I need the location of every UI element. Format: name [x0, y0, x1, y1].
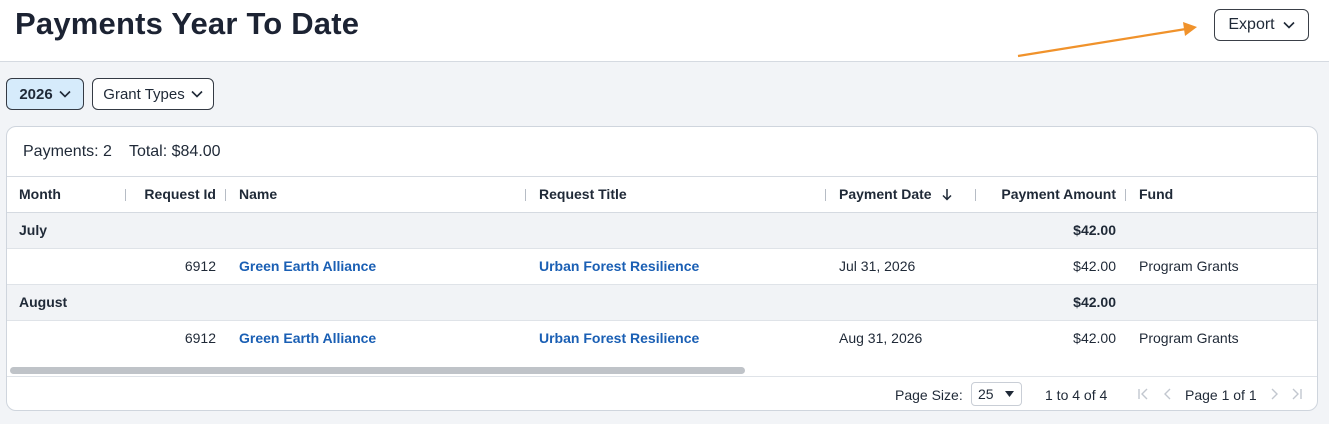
- fund-cell: Program Grants: [1139, 258, 1239, 274]
- request-title-link[interactable]: Urban Forest Resilience: [539, 321, 699, 356]
- column-header-fund[interactable]: Fund: [1139, 177, 1173, 212]
- group-month: July: [19, 222, 48, 238]
- column-resize-handle[interactable]: [225, 189, 226, 201]
- column-header-payment-date-label: Payment Date: [839, 186, 932, 202]
- column-header-payment-date[interactable]: Payment Date: [839, 177, 953, 212]
- export-label: Export: [1228, 16, 1275, 33]
- summary-bar: Payments: 2 Total: $84.00: [23, 143, 221, 161]
- caret-down-icon: [1005, 391, 1014, 397]
- name-link[interactable]: Green Earth Alliance: [239, 321, 376, 356]
- name-link[interactable]: Green Earth Alliance: [239, 249, 376, 284]
- page-size-value: 25: [978, 386, 994, 402]
- column-header-request-id[interactable]: Request Id: [127, 177, 216, 212]
- group-month: August: [19, 294, 68, 310]
- request-title-link[interactable]: Urban Forest Resilience: [539, 249, 699, 284]
- column-resize-handle[interactable]: [825, 189, 826, 201]
- export-button[interactable]: Export: [1214, 9, 1309, 41]
- page-title: Payments Year To Date: [15, 6, 360, 41]
- fund-cell: Program Grants: [1139, 330, 1239, 346]
- payment-amount-cell: $42.00: [1073, 258, 1116, 274]
- grid-header: Month Request Id Name Request Title Paym…: [7, 176, 1317, 213]
- payments-total: Total: $84.00: [128, 143, 221, 160]
- group-subtotal: $42.00: [1073, 222, 1116, 238]
- grant-types-filter-button[interactable]: Grant Types: [92, 78, 214, 110]
- pagination-bar: Page Size: 25 1 to 4 of 4 Page 1 of 1: [7, 378, 1317, 410]
- payment-date-cell: Aug 31, 2026: [839, 330, 923, 346]
- first-page-icon[interactable]: [1137, 387, 1149, 401]
- page-size-select[interactable]: 25: [971, 382, 1022, 406]
- page-size-label: Page Size:: [895, 387, 963, 403]
- group-subtotal: $42.00: [1073, 294, 1116, 310]
- row-range: 1 to 4 of 4: [1045, 387, 1108, 403]
- payment-date-cell: Jul 31, 2026: [839, 258, 916, 274]
- column-resize-handle[interactable]: [525, 189, 526, 201]
- payments-count: Payments: 2: [23, 143, 112, 160]
- column-resize-handle[interactable]: [125, 189, 126, 201]
- payment-amount-cell: $42.00: [1073, 330, 1116, 346]
- sort-descending-icon[interactable]: [941, 188, 953, 201]
- column-header-month[interactable]: Month: [19, 177, 61, 212]
- payments-grid-card: Payments: 2 Total: $84.00 Month Request …: [6, 126, 1318, 411]
- request-id-cell: 6912: [184, 258, 216, 274]
- chevron-down-icon: [59, 90, 71, 98]
- group-row-august[interactable]: August $42.00: [7, 285, 1317, 321]
- last-page-icon[interactable]: [1291, 387, 1303, 401]
- year-filter-button[interactable]: 2026: [6, 78, 84, 110]
- year-filter-label: 2026: [19, 85, 53, 103]
- next-page-icon[interactable]: [1269, 387, 1279, 401]
- horizontal-scrollbar[interactable]: [7, 363, 1317, 377]
- column-header-payment-amount[interactable]: Payment Amount: [977, 177, 1116, 212]
- chevron-down-icon: [1283, 21, 1295, 29]
- column-header-request-title[interactable]: Request Title: [539, 177, 627, 212]
- request-id-cell: 6912: [184, 330, 216, 346]
- scrollbar-thumb[interactable]: [10, 367, 745, 374]
- grant-types-label: Grant Types: [103, 85, 185, 103]
- previous-page-icon[interactable]: [1163, 387, 1173, 401]
- page-indicator: Page 1 of 1: [1185, 387, 1257, 403]
- table-row[interactable]: 6912 Green Earth Alliance Urban Forest R…: [7, 321, 1317, 363]
- column-resize-handle[interactable]: [1125, 189, 1126, 201]
- column-header-name[interactable]: Name: [239, 177, 277, 212]
- chevron-down-icon: [191, 90, 203, 98]
- table-row[interactable]: 6912 Green Earth Alliance Urban Forest R…: [7, 249, 1317, 285]
- column-resize-handle[interactable]: [975, 189, 976, 201]
- page-header: Payments Year To Date Export: [0, 0, 1329, 62]
- group-row-july[interactable]: July $42.00: [7, 213, 1317, 249]
